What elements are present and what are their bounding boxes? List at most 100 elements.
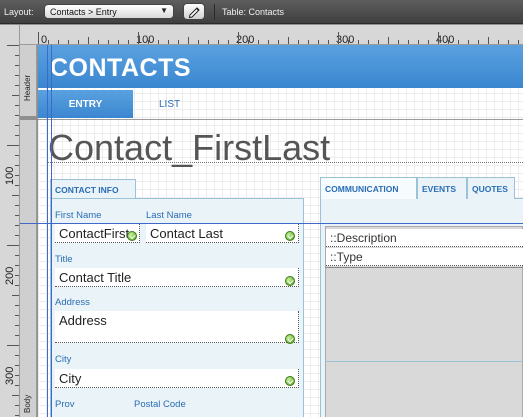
ruler-tick <box>15 115 19 116</box>
ruler-tick <box>128 40 129 44</box>
portal-row-divider <box>325 267 523 268</box>
edit-layout-button[interactable] <box>183 3 205 20</box>
address-field[interactable]: Address <box>55 311 299 343</box>
ruler-tick <box>12 395 19 396</box>
title-field[interactable]: Contact Title <box>55 268 299 287</box>
part-label-strip: Header Body <box>20 45 37 417</box>
layout-label: Layout: <box>4 7 34 17</box>
ruler-tick <box>118 40 119 44</box>
ruler-tick <box>388 37 389 44</box>
ruler-tick <box>15 375 19 376</box>
header-title[interactable]: CONTACTS <box>50 54 191 83</box>
ruler-tick <box>338 32 339 44</box>
portal-description-field[interactable]: ::Description <box>326 229 523 247</box>
ruler-tick <box>418 40 419 44</box>
last-name-field[interactable]: Contact Last <box>146 224 299 243</box>
ruler-tick <box>15 265 19 266</box>
ruler-tick <box>15 155 19 156</box>
ruler-tick <box>488 37 489 44</box>
title-label: Title <box>55 254 73 265</box>
vertical-guide[interactable] <box>47 45 48 417</box>
ruler-tick <box>15 185 19 186</box>
check-icon <box>285 276 295 286</box>
check-icon <box>285 231 295 241</box>
tab-communication[interactable]: COMMUNICATION <box>320 177 417 199</box>
ruler-tick <box>15 415 19 416</box>
ruler-tick <box>288 37 289 44</box>
check-icon <box>127 231 137 241</box>
part-label-header[interactable]: Header <box>23 75 32 101</box>
ruler-tick <box>12 95 19 96</box>
ruler-tick <box>378 40 379 44</box>
ruler-tick <box>478 40 479 44</box>
ruler-tick <box>238 32 239 44</box>
ruler-tick <box>15 305 19 306</box>
ruler-tick <box>468 40 469 44</box>
ruler-tick <box>38 32 39 44</box>
tab-entry[interactable]: ENTRY <box>38 90 133 118</box>
ruler-tick <box>258 40 259 44</box>
horizontal-guide[interactable] <box>38 223 523 224</box>
ruler-tick <box>318 40 319 44</box>
ruler-tick <box>398 40 399 44</box>
ruler-number: 0 <box>41 34 48 45</box>
ruler-tick <box>15 355 19 356</box>
layout-title-field[interactable]: Contact_FirstLast <box>48 127 330 169</box>
ruler-tick <box>278 40 279 44</box>
ruler-tick <box>358 40 359 44</box>
layout-select[interactable]: Contacts > Entry ▼ <box>44 4 174 19</box>
ruler-tick <box>15 285 19 286</box>
horizontal-guide-extension <box>20 223 38 224</box>
ruler-tick <box>408 40 409 44</box>
part-label-body[interactable]: Body <box>23 395 32 413</box>
ruler-tick <box>15 235 19 236</box>
header-part-boundary <box>38 119 523 120</box>
check-icon <box>285 334 295 344</box>
portal-type-field[interactable]: ::Type <box>326 248 523 266</box>
vertical-ruler[interactable]: 100 200 300 <box>0 25 20 417</box>
ruler-tick <box>158 40 159 44</box>
ruler-tick <box>518 40 519 44</box>
ruler-tick <box>7 45 19 46</box>
ruler-tick <box>298 40 299 44</box>
ruler-tick <box>428 40 429 44</box>
ruler-tick <box>198 40 199 44</box>
layout-canvas[interactable]: CONTACTS ENTRY LIST Contact_FirstLast CO… <box>38 45 523 417</box>
ruler-tick <box>458 40 459 44</box>
ruler-tick <box>348 40 349 44</box>
address-label: Address <box>55 297 90 308</box>
ruler-tick <box>15 105 19 106</box>
tab-contact-info[interactable]: CONTACT INFO <box>50 179 136 199</box>
ruler-tick <box>15 165 19 166</box>
ruler-tick <box>218 40 219 44</box>
ruler-tick <box>15 325 19 326</box>
ruler-tick <box>228 40 229 44</box>
tab-quotes[interactable]: QUOTES <box>467 177 515 199</box>
tab-events[interactable]: EVENTS <box>417 177 467 199</box>
ruler-tick <box>68 40 69 44</box>
part-divider[interactable] <box>20 116 37 120</box>
table-label: Table: Contacts <box>222 7 285 17</box>
city-field[interactable]: City <box>55 369 299 388</box>
ruler-tick <box>98 40 99 44</box>
city-label: City <box>55 354 72 365</box>
ruler-tick <box>58 40 59 44</box>
ruler-tick <box>188 37 189 44</box>
last-name-label: Last Name <box>146 210 192 221</box>
tab-list[interactable]: LIST <box>159 99 180 110</box>
ruler-tick <box>15 255 19 256</box>
ruler-tick <box>498 40 499 44</box>
ruler-tick <box>328 40 329 44</box>
vertical-guide[interactable] <box>51 45 52 417</box>
ruler-tick <box>15 55 19 56</box>
toolbar-divider <box>214 4 215 20</box>
ruler-tick <box>15 405 19 406</box>
ruler-tick <box>15 75 19 76</box>
horizontal-ruler[interactable]: 0 100 200 300 400 <box>0 25 523 45</box>
ruler-tick <box>12 195 19 196</box>
pencil-icon <box>188 7 200 19</box>
ruler-tick <box>108 40 109 44</box>
check-icon <box>285 376 295 386</box>
prov-label: Prov <box>55 399 75 410</box>
ruler-tick <box>148 40 149 44</box>
